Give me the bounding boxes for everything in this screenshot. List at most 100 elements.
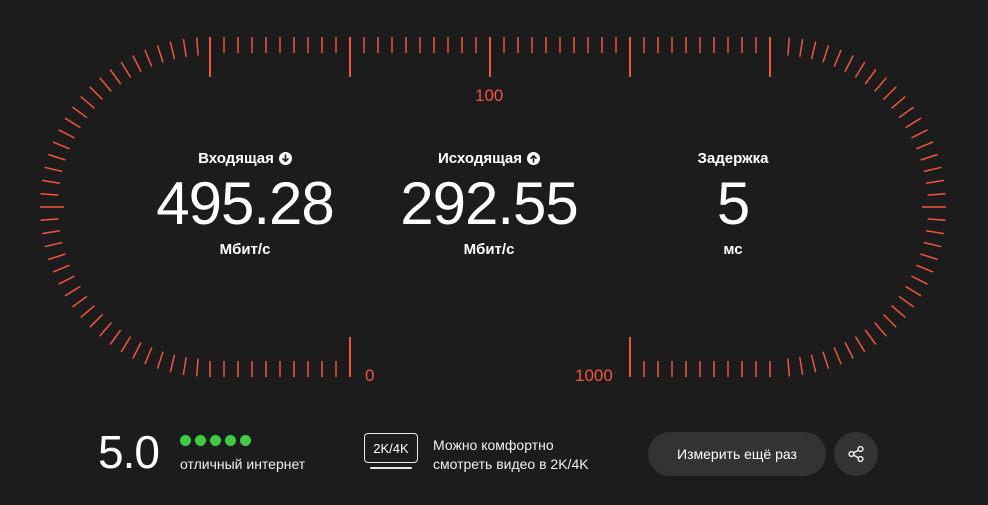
download-unit: Мбит/с (219, 241, 271, 258)
arrow-down-icon (278, 151, 292, 165)
gauge-tick (844, 342, 854, 359)
arrow-up-icon (527, 151, 541, 165)
gauge-tick (787, 358, 791, 377)
quality-badge: 2K/4K (364, 433, 418, 463)
quality-line-1: Можно комфортно (433, 437, 554, 453)
gauge-tick (916, 141, 934, 150)
gauge-tick (44, 166, 63, 173)
gauge-tick (132, 55, 142, 72)
gauge-tick (182, 38, 187, 58)
rating-dot (225, 435, 236, 446)
download-value: 495.28 (156, 170, 335, 237)
gauge-tick (132, 342, 142, 359)
gauge-tick (80, 305, 95, 318)
gauge-tick (874, 322, 887, 337)
gauge-tick (920, 153, 938, 161)
gauge-tick (144, 347, 153, 365)
rating-stars (180, 435, 251, 446)
gauge-tick (72, 106, 88, 119)
rating-dot (195, 435, 206, 446)
gauge-tick (58, 129, 75, 139)
gauge-tick (72, 295, 88, 308)
ping-value: 5 (716, 170, 750, 237)
gauge-tick (927, 192, 946, 196)
gauge-tick (48, 253, 66, 261)
gauge-tick (810, 354, 817, 373)
gauge-tick (182, 356, 187, 376)
gauge-tick (822, 351, 830, 369)
speedtest-result: 100 0 1000 Входящая 495.28 Мбит/с Исходя… (0, 0, 988, 505)
gauge-tick (156, 45, 164, 63)
gauge-label-100: 100 (475, 86, 504, 105)
gauge-tick (169, 41, 176, 60)
gauge-tick (833, 49, 842, 67)
download-title-text: Входящая (198, 149, 274, 167)
gauge-tick (99, 77, 112, 92)
ping-metric: Задержка 5 мс (633, 147, 833, 259)
gauge-tick (822, 45, 830, 63)
rating-dot (240, 435, 251, 446)
gauge-tick (864, 69, 877, 85)
share-icon (848, 445, 864, 463)
gauge-tick (905, 285, 922, 297)
retry-button[interactable]: Измерить ещё раз (648, 432, 826, 476)
gauge-tick (41, 179, 61, 184)
gauge-tick (144, 49, 153, 67)
gauge-tick (923, 166, 942, 173)
ping-title-text: Задержка (697, 149, 769, 167)
gauge-tick (891, 305, 906, 318)
gauge-tick (925, 230, 945, 235)
gauge-label-0: 0 (365, 366, 375, 385)
upload-unit: Мбит/с (463, 241, 515, 258)
tv-stand (370, 467, 412, 469)
gauge-tick (799, 38, 804, 58)
gauge-tick (195, 358, 199, 377)
tv-icon: 2K/4K (364, 433, 418, 469)
gauge-tick (927, 218, 946, 222)
gauge-tick (41, 230, 61, 235)
rating-text: отличный интернет (180, 456, 306, 472)
gauge-tick (864, 329, 877, 345)
gauge-tick (920, 253, 938, 261)
download-metric: Входящая 495.28 Мбит/с (130, 147, 360, 259)
gauge-tick (898, 106, 914, 119)
gauge-tick (854, 61, 866, 78)
gauge-tick (911, 275, 928, 285)
gauge-tick (48, 153, 66, 161)
gauge-tick (64, 285, 81, 297)
gauge-tick (99, 322, 112, 337)
gauge-tick (195, 37, 199, 56)
gauge-tick (64, 117, 81, 129)
gauge-tick (89, 86, 104, 101)
gauge-tick (89, 313, 104, 328)
gauge-tick (833, 347, 842, 365)
gauge-tick (844, 55, 854, 72)
gauge-tick (109, 69, 122, 85)
gauge-label-1000: 1000 (575, 366, 613, 385)
gauge-tick (80, 96, 95, 109)
upload-title: Исходящая (374, 147, 604, 169)
download-title: Входящая (130, 147, 360, 169)
gauge-tick (40, 218, 59, 222)
gauge-tick (905, 117, 922, 129)
gauge-tick (925, 179, 945, 184)
gauge-tick (44, 241, 63, 248)
gauge-tick (874, 77, 887, 92)
gauge-tick (156, 351, 164, 369)
upload-value: 292.55 (400, 170, 579, 237)
gauge-tick (787, 37, 791, 56)
gauge-tick (52, 141, 70, 150)
quality-line-2: смотреть видео в 2K/4K (433, 456, 589, 472)
upload-metric: Исходящая 292.55 Мбит/с (374, 147, 604, 259)
gauge-tick (109, 329, 122, 345)
share-button[interactable] (834, 432, 878, 476)
gauge-tick (882, 86, 897, 101)
gauge-tick (40, 192, 59, 196)
quality-description: Можно комфортно смотреть видео в 2K/4K (433, 436, 589, 474)
gauge-tick (882, 313, 897, 328)
gauge-tick (120, 336, 132, 353)
gauge-tick (923, 241, 942, 248)
gauge-tick (52, 264, 70, 273)
rating-score: 5.0 (98, 426, 160, 478)
gauge-tick (911, 129, 928, 139)
